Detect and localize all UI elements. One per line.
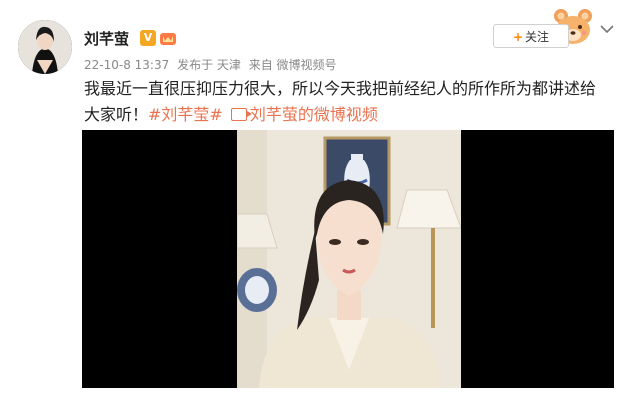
video-link[interactable]: 刘芊萤的微博视频 bbox=[250, 105, 378, 124]
video-player[interactable] bbox=[82, 130, 614, 388]
avatar[interactable] bbox=[18, 20, 72, 74]
post-location: 发布于 天津 bbox=[177, 58, 241, 72]
video-frame bbox=[237, 130, 461, 388]
post-meta: 22-10-8 13:37 发布于 天津 来自 微博视频号 bbox=[84, 56, 341, 73]
post-date[interactable]: 22-10-8 13:37 bbox=[84, 58, 169, 72]
plus-icon: + bbox=[512, 30, 524, 44]
follow-label: 关注 bbox=[525, 30, 550, 44]
verified-badge: V bbox=[140, 30, 156, 46]
follow-button[interactable]: + 关注 bbox=[493, 24, 569, 48]
video-camera-icon bbox=[230, 108, 252, 121]
post-text: 我最近一直很压抑压力很大，所以今天我把前经纪人的所作所为都讲述给大家听！#刘芊莹… bbox=[84, 76, 604, 128]
post-source[interactable]: 来自 微博视频号 bbox=[249, 58, 337, 72]
member-crown-icon bbox=[160, 33, 176, 45]
weibo-post: 刘芊萤 V 22-10-8 13:37 发布于 天津 来自 微博视频号 + 关注 … bbox=[0, 0, 640, 400]
video-still bbox=[237, 130, 461, 388]
username[interactable]: 刘芊萤 bbox=[84, 28, 129, 49]
chevron-down-icon[interactable] bbox=[600, 24, 614, 34]
hashtag-link[interactable]: #刘芊莹# bbox=[148, 105, 223, 124]
